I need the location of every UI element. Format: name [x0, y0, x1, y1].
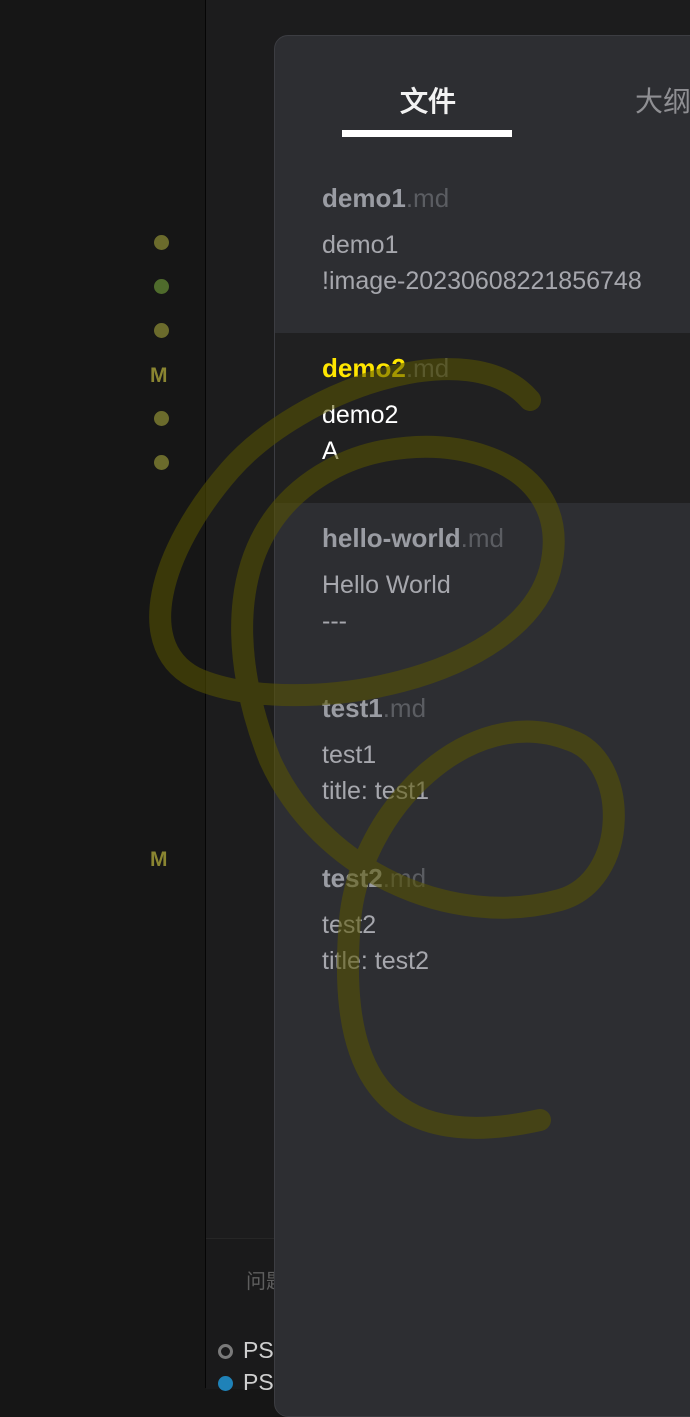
modified-marker: M	[150, 848, 168, 871]
file-preview-line: title: test1	[322, 777, 429, 805]
change-dot	[154, 279, 169, 294]
file-switcher-popup: 文件 大纲 demo1.md demo1 !image-202306082218…	[274, 35, 690, 1417]
file-basename: hello-world	[322, 523, 461, 553]
file-preview-line: A	[322, 437, 339, 465]
file-name: demo2.md	[322, 353, 449, 384]
file-preview-line: Hello World	[322, 571, 451, 599]
file-basename: test2	[322, 863, 383, 893]
file-extension: .md	[460, 523, 505, 553]
file-extension: .md	[382, 863, 427, 893]
file-name: test2.md	[322, 863, 426, 894]
file-item-demo2[interactable]: demo2.md demo2 A	[275, 333, 690, 503]
file-item-hello-world[interactable]: hello-world.md Hello World ---	[275, 503, 690, 673]
file-preview-line: demo2	[322, 401, 399, 429]
terminal-label: PS	[243, 1369, 274, 1395]
editor-gutter	[0, 0, 205, 1388]
tab-files[interactable]: 文件	[400, 80, 456, 120]
tab-outline[interactable]: 大纲	[635, 80, 690, 120]
file-basename: demo1	[322, 183, 406, 213]
change-dot	[154, 323, 169, 338]
file-item-demo1[interactable]: demo1.md demo1 !image-20230608221856748	[275, 163, 690, 333]
file-item-test1[interactable]: test1.md test1 title: test1	[275, 673, 690, 843]
change-dot	[154, 235, 169, 250]
terminal-item[interactable]: PS	[218, 1337, 274, 1364]
file-name: hello-world.md	[322, 523, 504, 554]
file-preview-line: demo1	[322, 231, 399, 259]
terminal-label: PS	[243, 1337, 274, 1363]
change-dot	[154, 455, 169, 470]
change-dot	[154, 411, 169, 426]
file-preview-line: ---	[322, 607, 347, 635]
file-preview-line: title: test2	[322, 947, 429, 975]
file-extension: .md	[382, 693, 427, 723]
active-tab-indicator	[342, 130, 512, 137]
file-extension: .md	[405, 183, 450, 213]
file-preview-line: test1	[322, 741, 377, 769]
file-name: demo1.md	[322, 183, 449, 214]
terminal-status-icon	[218, 1376, 233, 1392]
file-item-test2[interactable]: test2.md test2 title: test2	[275, 843, 690, 1013]
file-name: test1.md	[322, 693, 426, 724]
file-preview-line: !image-20230608221856748	[322, 267, 642, 295]
file-basename: demo2	[322, 353, 406, 383]
modified-marker: M	[150, 364, 168, 387]
file-extension: .md	[405, 353, 450, 383]
terminal-item[interactable]: PS	[218, 1369, 274, 1396]
file-preview-line: test2	[322, 911, 377, 939]
file-basename: test1	[322, 693, 383, 723]
terminal-status-icon	[218, 1344, 233, 1360]
